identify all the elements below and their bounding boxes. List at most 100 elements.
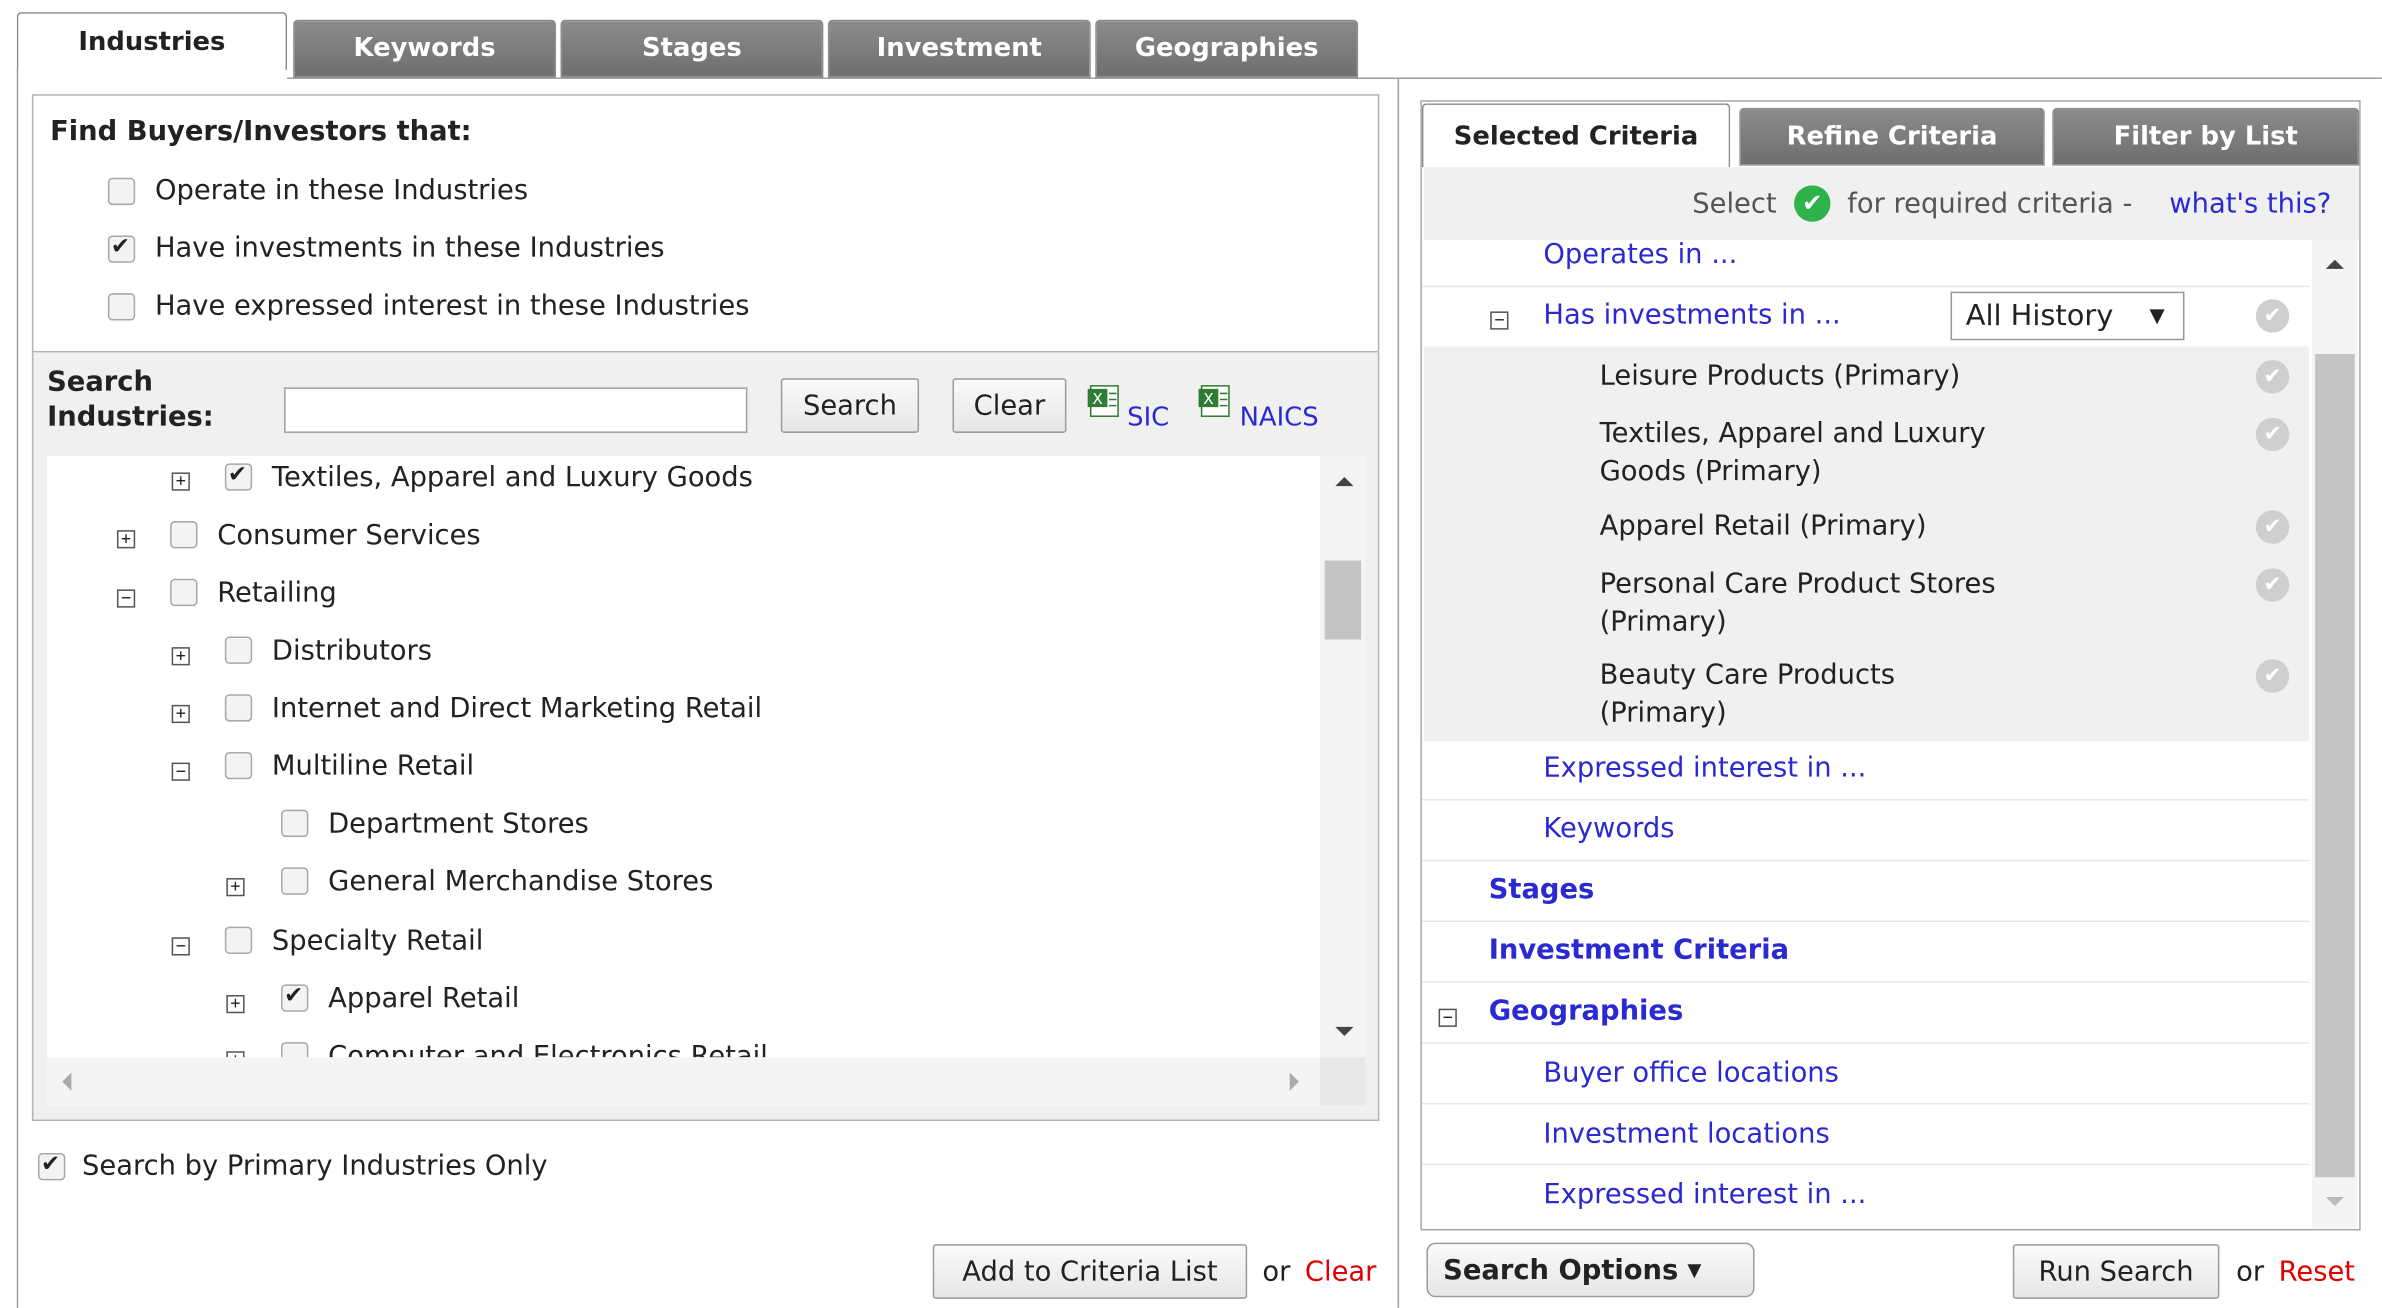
operate-in-label: Operate in these Industries — [154, 174, 529, 207]
investment-locations-link[interactable]: Investment locations — [1543, 1118, 1829, 1150]
expressed-interest-label: Have expressed interest in these Industr… — [154, 290, 750, 323]
required-toggle-icon[interactable]: ✔ — [2255, 299, 2290, 333]
tree-checkbox[interactable] — [281, 809, 309, 838]
row-divider — [1421, 1042, 2310, 1044]
has-investments-link[interactable]: Has investments in ... — [1543, 299, 1840, 331]
stages-link[interactable]: Stages — [1489, 873, 1595, 905]
tree-checkbox[interactable] — [281, 981, 309, 1012]
tab-refine-criteria[interactable]: Refine Criteria — [1739, 107, 2045, 166]
row-divider — [1421, 1163, 2310, 1166]
expand-icon[interactable]: + — [171, 472, 190, 491]
tab-geographies[interactable]: Geographies — [1095, 19, 1359, 78]
have-investments-checkbox[interactable] — [107, 232, 136, 263]
investment-criteria-link[interactable]: Investment Criteria — [1489, 934, 1789, 966]
tree-item-label: Multiline Retail — [271, 750, 475, 783]
or-text: or — [1262, 1256, 1291, 1289]
investment-item-label-line2: Goods (Primary) — [1599, 455, 1822, 488]
required-toggle-icon[interactable]: ✔ — [2255, 568, 2290, 602]
tree-checkbox[interactable] — [224, 460, 253, 491]
expand-icon[interactable]: + — [226, 878, 245, 897]
tree-checkbox[interactable] — [224, 926, 253, 954]
required-toggle-icon[interactable]: ✔ — [2255, 417, 2290, 452]
tab-selected-criteria[interactable]: Selected Criteria — [1421, 103, 1731, 168]
criteria-scrollbar[interactable] — [2312, 240, 2358, 1228]
search-label-line1: Search — [47, 366, 153, 399]
scroll-left-icon[interactable] — [62, 1072, 72, 1091]
investment-item-label: Personal Care Product Stores — [1599, 568, 1996, 601]
tree-checkbox[interactable] — [281, 867, 309, 895]
collapse-icon[interactable]: − — [116, 589, 136, 608]
reset-link[interactable]: Reset — [2279, 1256, 2355, 1288]
excel-icon[interactable]: X — [1197, 384, 1233, 417]
tab-industries[interactable]: Industries — [16, 12, 288, 70]
tree-checkbox[interactable] — [281, 1042, 309, 1058]
run-search-button[interactable]: Run Search — [2012, 1244, 2220, 1299]
collapse-icon[interactable]: − — [171, 937, 190, 956]
scroll-right-icon[interactable] — [1289, 1072, 1299, 1091]
add-to-criteria-button[interactable]: Add to Criteria List — [932, 1244, 1248, 1299]
expand-icon[interactable]: + — [171, 647, 190, 666]
required-toggle-icon[interactable]: ✔ — [2255, 510, 2290, 544]
scroll-thumb[interactable] — [2315, 353, 2355, 1178]
row-divider — [1421, 981, 2310, 983]
tab-stages[interactable]: Stages — [560, 19, 824, 78]
sic-link[interactable]: SIC — [1127, 403, 1169, 433]
tree-checkbox[interactable] — [170, 578, 198, 607]
tree-vertical-scrollbar[interactable] — [1320, 455, 1366, 1058]
scroll-down-icon[interactable] — [2325, 1197, 2344, 1207]
or-text: or — [2236, 1256, 2265, 1289]
tree-item-label: Retailing — [217, 577, 337, 610]
tree-item-label: General Merchandise Stores — [328, 865, 714, 898]
geo-expressed-interest-link[interactable]: Expressed interest in ... — [1543, 1179, 1866, 1211]
keywords-link[interactable]: Keywords — [1543, 813, 1674, 845]
clear-button[interactable]: Clear — [952, 378, 1067, 433]
tree-item-label: Textiles, Apparel and Luxury Goods — [271, 461, 753, 494]
operates-in-link[interactable]: Operates in ... — [1543, 238, 1737, 270]
primary-only-checkbox[interactable] — [37, 1150, 66, 1181]
search-input[interactable] — [284, 387, 748, 433]
tree-item-label: Distributors — [271, 634, 433, 667]
tree-horizontal-scrollbar[interactable] — [47, 1057, 1321, 1106]
search-options-button[interactable]: Search Options ▼ — [1426, 1242, 1755, 1298]
tree-checkbox[interactable] — [224, 694, 253, 722]
required-toggle-icon[interactable]: ✔ — [2255, 659, 2290, 693]
expressed-interest-checkbox[interactable] — [107, 293, 136, 321]
tab-keywords[interactable]: Keywords — [293, 19, 556, 78]
buyer-office-link[interactable]: Buyer office locations — [1543, 1057, 1838, 1089]
dropdown-arrow-icon: ▼ — [2149, 304, 2165, 328]
scroll-up-icon[interactable] — [1335, 476, 1354, 487]
tab-investment[interactable]: Investment — [827, 19, 1091, 78]
hint-rest-text: for required criteria - — [1847, 188, 2133, 221]
scroll-down-icon[interactable] — [1335, 1026, 1354, 1037]
search-button[interactable]: Search — [780, 378, 920, 433]
expressed-interest-link[interactable]: Expressed interest in ... — [1543, 752, 1866, 784]
scroll-thumb[interactable] — [1324, 560, 1362, 640]
required-toggle-icon[interactable]: ✔ — [2255, 360, 2290, 394]
expand-icon[interactable]: + — [171, 705, 190, 724]
tree-checkbox[interactable] — [224, 636, 253, 664]
row-divider — [1421, 1102, 2310, 1105]
investment-item-label: Apparel Retail (Primary) — [1599, 510, 1927, 543]
primary-only-label: Search by Primary Industries Only — [82, 1149, 548, 1182]
collapse-icon[interactable]: − — [171, 763, 190, 781]
history-select[interactable]: All History ▼ — [1950, 291, 2185, 341]
row-divider — [1421, 920, 2310, 923]
row-divider — [1421, 799, 2310, 801]
operate-in-checkbox[interactable] — [107, 177, 136, 206]
collapse-icon[interactable]: − — [1490, 311, 1509, 330]
tab-filter-by-list[interactable]: Filter by List — [2052, 107, 2360, 166]
expand-icon[interactable]: + — [116, 530, 136, 549]
have-investments-label: Have investments in these Industries — [154, 232, 665, 265]
investment-item-label-line2: (Primary) — [1599, 697, 1727, 730]
naics-link[interactable]: NAICS — [1240, 403, 1319, 433]
scroll-up-icon[interactable] — [2325, 259, 2344, 269]
whats-this-link[interactable]: what's this? — [2169, 188, 2331, 220]
expand-icon[interactable]: + — [226, 995, 245, 1014]
excel-icon[interactable]: X — [1086, 384, 1122, 417]
geographies-link[interactable]: Geographies — [1489, 995, 1684, 1027]
clear-link[interactable]: Clear — [1305, 1256, 1377, 1288]
collapse-icon[interactable]: − — [1438, 1008, 1457, 1027]
tree-checkbox[interactable] — [170, 521, 198, 549]
tree-checkbox[interactable] — [224, 751, 253, 780]
hint-select-text: Select — [1692, 188, 1777, 221]
